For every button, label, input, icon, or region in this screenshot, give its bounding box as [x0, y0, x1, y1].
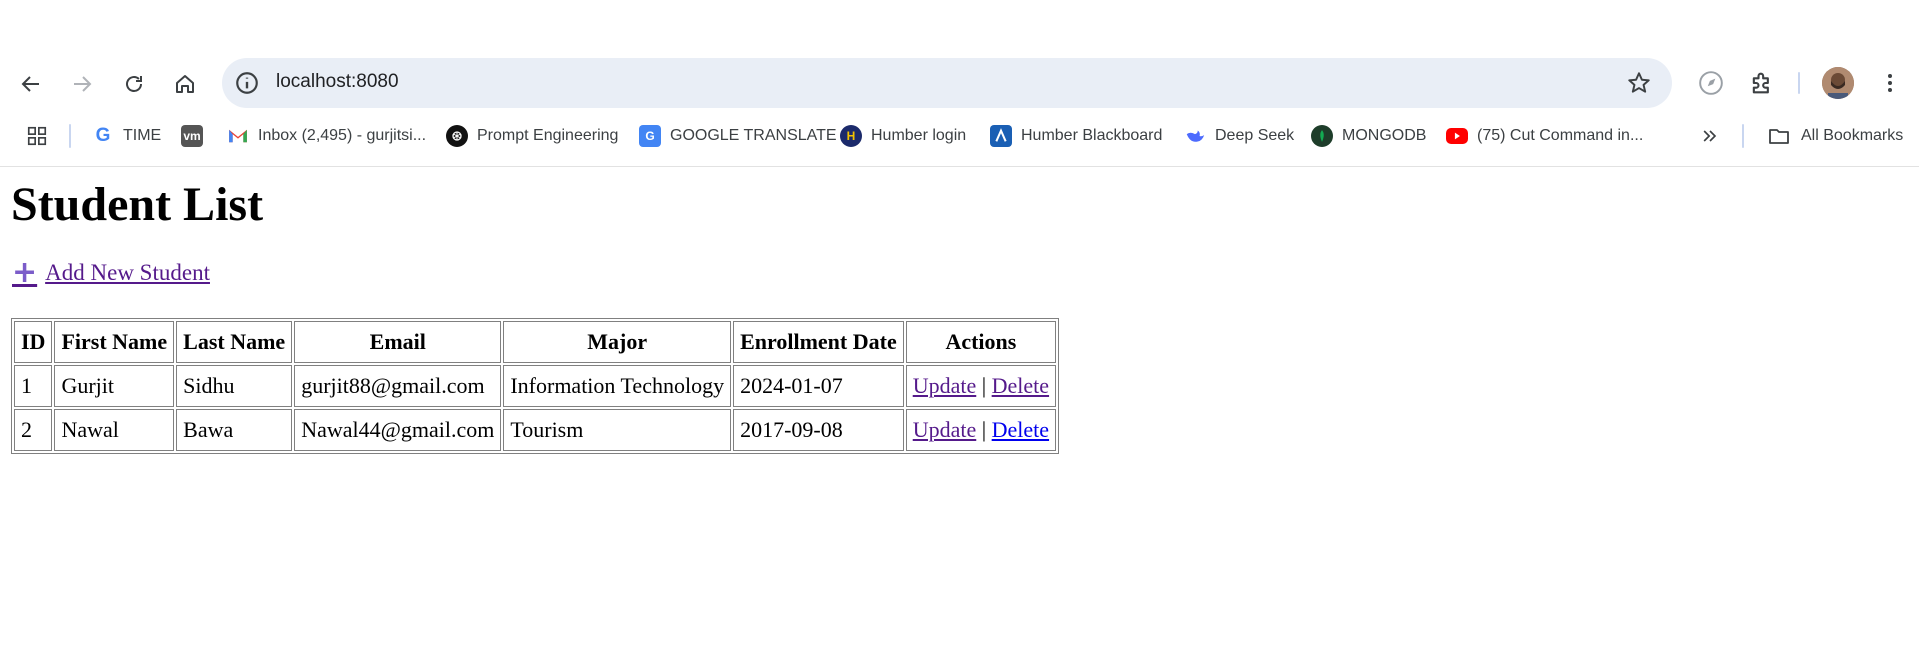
bookmark-deep-seek[interactable]: Deep Seek: [1184, 118, 1294, 154]
add-new-student-link[interactable]: + Add New Student: [12, 255, 210, 290]
all-bookmarks-label: All Bookmarks: [1801, 127, 1904, 144]
action-separator: |: [981, 373, 987, 398]
cell-actions: Update | Delete: [905, 409, 1057, 451]
page-title: Student List: [11, 178, 264, 231]
bookmark-label: Humber login: [871, 127, 967, 144]
table-row: 2 Nawal Bawa Nawal44@gmail.com Tourism 2…: [14, 409, 1057, 451]
table-header-row: ID First Name Last Name Email Major Enro…: [14, 321, 1057, 363]
kebab-menu-icon: [1888, 74, 1892, 92]
update-link[interactable]: Update: [913, 373, 977, 398]
cell-id: 1: [14, 365, 53, 407]
page-content: Student List + Add New Student ID First …: [0, 166, 1919, 655]
youtube-icon: [1446, 128, 1468, 144]
mongodb-icon: [1311, 125, 1333, 147]
double-chevron-icon: [1703, 130, 1717, 142]
column-header-last-name: Last Name: [176, 321, 293, 363]
forward-arrow-icon: [74, 76, 92, 92]
bookmarks-divider: [69, 124, 71, 148]
back-arrow-icon: [21, 76, 39, 92]
bookmark-label: TIME: [123, 127, 162, 144]
avatar-icon: [1822, 67, 1854, 99]
apps-button[interactable]: [26, 118, 48, 154]
url-text[interactable]: localhost:8080: [276, 71, 399, 93]
reload-icon: [126, 76, 142, 92]
bookmark-label: Deep Seek: [1215, 127, 1295, 144]
google-icon: G: [92, 125, 114, 147]
cell-last-name: Sidhu: [176, 365, 293, 407]
cell-last-name: Bawa: [176, 409, 293, 451]
bookmarks-divider: [1742, 124, 1744, 148]
student-table: ID First Name Last Name Email Major Enro…: [11, 318, 1060, 454]
column-header-first-name: First Name: [54, 321, 175, 363]
address-bar[interactable]: localhost:8080: [222, 58, 1672, 108]
bookmark-label: MONGODB: [1342, 127, 1427, 144]
apps-grid-icon: [27, 126, 47, 146]
browser-menu-button[interactable]: [1873, 66, 1907, 100]
table-row: 1 Gurjit Sidhu gurjit88@gmail.com Inform…: [14, 365, 1057, 407]
bookmark-star-icon[interactable]: [1626, 70, 1652, 96]
profile-avatar[interactable]: [1822, 67, 1854, 99]
forward-button[interactable]: [62, 64, 102, 104]
add-link-label: Add New Student: [45, 260, 210, 285]
bookmark-label: Prompt Engineering: [477, 127, 619, 144]
cell-id: 2: [14, 409, 53, 451]
blackboard-icon: [990, 125, 1012, 147]
translate-icon: G: [639, 125, 661, 147]
bookmark-vm[interactable]: vm: [181, 118, 212, 154]
site-info-icon[interactable]: [234, 70, 260, 96]
bookmark-label: GOOGLE TRANSLATE: [670, 127, 837, 144]
back-button[interactable]: [11, 64, 51, 104]
plus-icon: +: [12, 255, 38, 290]
cell-email: gurjit88@gmail.com: [294, 365, 502, 407]
home-icon: [176, 75, 194, 93]
bookmark-label: Inbox (2,495) - gurjitsi...: [258, 127, 427, 144]
column-header-id: ID: [14, 321, 53, 363]
all-bookmarks-button[interactable]: All Bookmarks: [1767, 118, 1903, 154]
column-header-actions: Actions: [905, 321, 1057, 363]
bookmark-label: (75) Cut Command in...: [1477, 127, 1644, 144]
column-header-email: Email: [294, 321, 502, 363]
cell-enrollment-date: 2017-09-08: [733, 409, 904, 451]
toolbar-divider: [1798, 72, 1800, 94]
cell-major: Tourism: [503, 409, 732, 451]
browser-chrome: localhost:8080 G TIME vm Inbox (2,495) -…: [0, 0, 1919, 167]
extension-compass-button[interactable]: [1694, 66, 1728, 100]
folder-icon: [1769, 129, 1789, 144]
bookmark-humber-login[interactable]: H Humber login: [840, 118, 966, 154]
reload-button[interactable]: [114, 64, 154, 104]
cell-first-name: Nawal: [54, 409, 175, 451]
bookmarks-bar: G TIME vm Inbox (2,495) - gurjitsi... Pr…: [0, 118, 1919, 154]
cell-email: Nawal44@gmail.com: [294, 409, 502, 451]
bookmark-gmail[interactable]: Inbox (2,495) - gurjitsi...: [227, 118, 426, 154]
cell-first-name: Gurjit: [54, 365, 175, 407]
delete-link[interactable]: Delete: [992, 417, 1049, 442]
humber-icon: H: [840, 125, 862, 147]
bookmark-prompt-engineering[interactable]: Prompt Engineering: [446, 118, 618, 154]
extensions-button[interactable]: [1745, 66, 1779, 100]
vm-icon: vm: [181, 125, 203, 147]
bookmark-time[interactable]: G TIME: [92, 118, 161, 154]
gmail-icon: [227, 125, 249, 147]
update-link[interactable]: Update: [913, 417, 977, 442]
home-button[interactable]: [165, 64, 205, 104]
bookmark-label: Humber Blackboard: [1021, 127, 1163, 144]
delete-link[interactable]: Delete: [992, 373, 1049, 398]
cell-enrollment-date: 2024-01-07: [733, 365, 904, 407]
openai-icon: [446, 125, 468, 147]
bookmark-google-translate[interactable]: G GOOGLE TRANSLATE: [639, 118, 837, 154]
bookmark-humber-blackboard[interactable]: Humber Blackboard: [990, 118, 1162, 154]
cell-actions: Update | Delete: [905, 365, 1057, 407]
action-separator: |: [981, 417, 987, 442]
bookmarks-overflow-button[interactable]: [1700, 118, 1720, 154]
deepseek-icon: [1184, 125, 1206, 147]
puzzle-icon: [1752, 72, 1769, 94]
bookmark-mongodb[interactable]: MONGODB: [1311, 118, 1426, 154]
column-header-enrollment-date: Enrollment Date: [733, 321, 904, 363]
column-header-major: Major: [503, 321, 732, 363]
compass-icon: [1699, 71, 1723, 95]
bookmark-youtube[interactable]: (75) Cut Command in...: [1446, 118, 1643, 154]
cell-major: Information Technology: [503, 365, 732, 407]
